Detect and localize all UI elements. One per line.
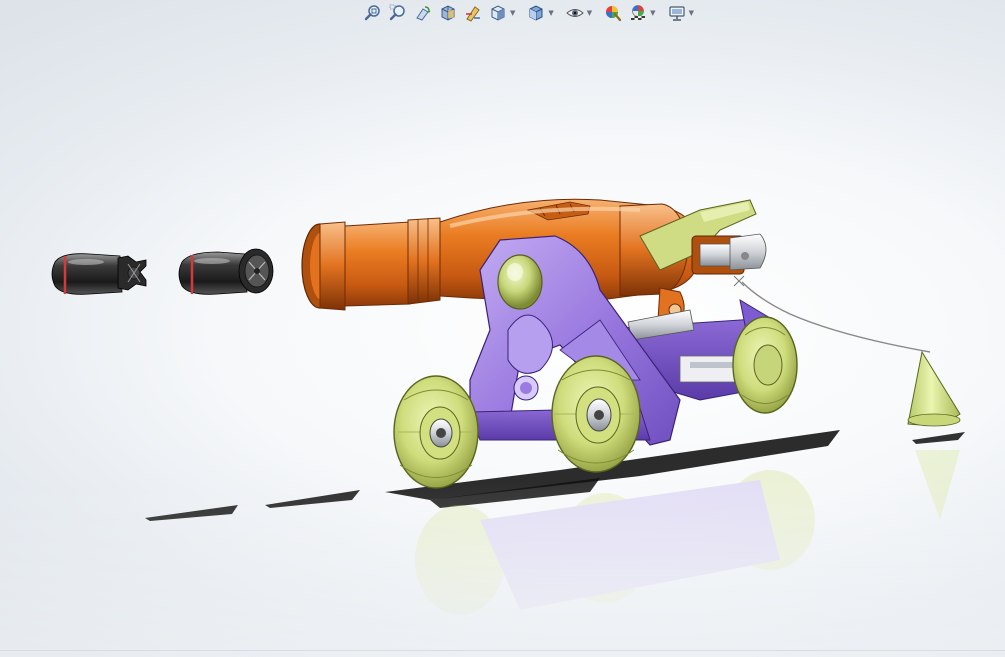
cannon-assembly-scene — [0, 198, 1005, 657]
rear-wheel[interactable] — [732, 316, 798, 414]
projectile-1[interactable] — [51, 253, 147, 295]
trunnion-knob[interactable] — [497, 254, 543, 310]
trigger-cone[interactable] — [907, 350, 961, 427]
viewport-bottom-edge — [0, 650, 1005, 651]
front-wheel-right[interactable] — [551, 355, 641, 473]
projectile-2[interactable] — [178, 248, 274, 295]
graphics-viewport[interactable]: ▼ ▼ ▼ ▼ ▼ — [0, 0, 1005, 657]
front-wheel-left[interactable] — [393, 375, 479, 489]
floor-reflection — [0, 450, 1005, 657]
